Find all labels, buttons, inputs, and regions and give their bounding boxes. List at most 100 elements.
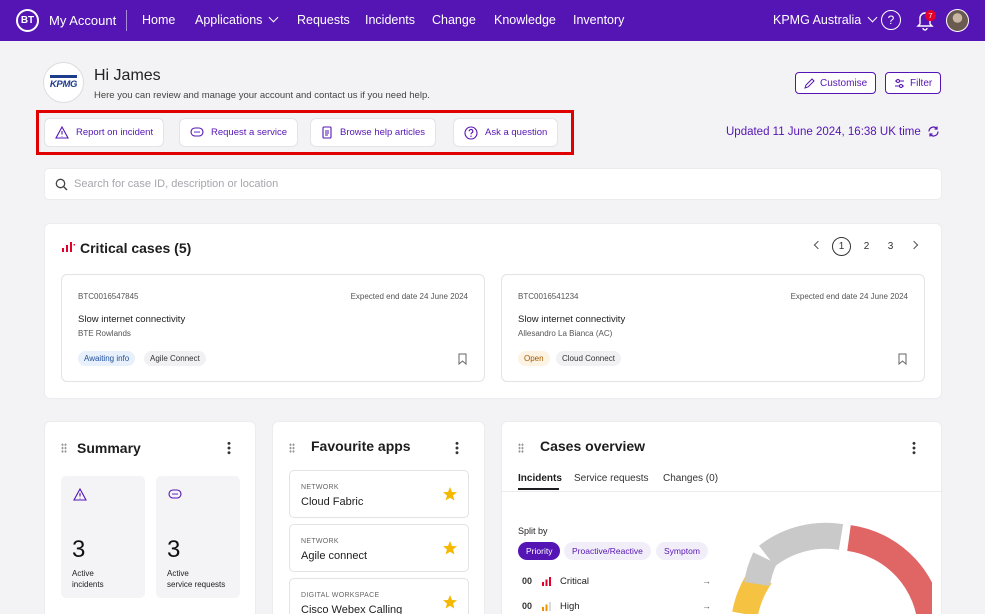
stat-label: Active service requests	[167, 568, 225, 590]
product-tag: Cloud Connect	[556, 351, 621, 366]
browse-articles-button[interactable]: Browse help articles	[310, 118, 437, 147]
prev-page-icon[interactable]	[813, 240, 823, 250]
nav-inventory[interactable]: Inventory	[573, 13, 624, 27]
stat-label: Active incidents	[72, 568, 104, 590]
pill-symptom[interactable]: Symptom	[656, 542, 708, 560]
user-avatar[interactable]	[946, 9, 969, 32]
active-tab-indicator	[518, 488, 559, 490]
updated-timestamp: Updated 11 June 2024, 16:38 UK time	[726, 126, 921, 138]
customise-button[interactable]: Customise	[795, 72, 877, 94]
page-2[interactable]: 2	[857, 237, 876, 256]
donut-segment-grey	[758, 522, 844, 567]
summary-title: Summary	[77, 440, 141, 456]
case-end-date: Expected end date 24 June 2024	[350, 292, 468, 301]
tab-service-requests[interactable]: Service requests	[574, 473, 648, 484]
app-category: DIGITAL WORKSPACE	[301, 592, 380, 599]
product-tag: Agile Connect	[144, 351, 206, 366]
tab-incidents[interactable]: Incidents	[518, 473, 562, 484]
app-name: Cisco Webex Calling	[301, 604, 403, 614]
drag-handle-icon[interactable]	[518, 443, 524, 453]
help-icon[interactable]: ?	[881, 10, 901, 30]
chat-icon	[190, 127, 204, 137]
warning-icon	[55, 126, 69, 139]
case-card[interactable]: BTC0016541234 Expected end date 24 June …	[501, 274, 925, 382]
search-icon	[55, 178, 68, 191]
drag-handle-icon[interactable]	[289, 443, 295, 453]
favourite-apps-panel: Favourite apps NETWORK Cloud Fabric NETW…	[272, 421, 485, 614]
active-requests-card[interactable]: 3 Active service requests	[156, 476, 240, 598]
pill-priority[interactable]: Priority	[518, 542, 561, 560]
brand-name[interactable]: My Account	[49, 13, 116, 28]
org-name: KPMG Australia	[773, 13, 862, 27]
cases-overview-title: Cases overview	[540, 438, 646, 454]
next-page-icon[interactable]	[909, 240, 919, 250]
case-owner: BTE Rowlands	[78, 329, 131, 338]
more-options-icon[interactable]	[912, 441, 916, 455]
report-incident-label: Report on incident	[76, 127, 154, 138]
sliders-icon	[895, 78, 904, 88]
nav-change[interactable]: Change	[432, 13, 476, 27]
app-card[interactable]: NETWORK Cloud Fabric	[289, 470, 469, 518]
case-id: BTC0016541234	[518, 292, 579, 301]
nav-incidents[interactable]: Incidents	[365, 13, 415, 27]
nav-home[interactable]: Home	[142, 13, 175, 27]
priority-critical-icon	[542, 577, 551, 586]
arrow-right-icon[interactable]: →	[702, 601, 711, 611]
more-options-icon[interactable]	[455, 441, 459, 455]
status-badge: Awaiting info	[78, 351, 136, 366]
more-options-icon[interactable]	[227, 441, 231, 455]
company-logo-text: KPMG	[49, 75, 77, 90]
filter-button[interactable]: Filter	[885, 72, 942, 94]
request-service-button[interactable]: Request a service	[179, 118, 299, 147]
arrow-right-icon[interactable]: →	[702, 576, 711, 586]
donut-segment-grey	[744, 552, 777, 587]
split-by-label: Split by	[518, 526, 548, 536]
star-icon[interactable]	[442, 594, 458, 610]
report-incident-button[interactable]: Report on incident	[44, 118, 165, 147]
ask-question-button[interactable]: Ask a question	[453, 118, 559, 147]
search-input[interactable]	[74, 169, 934, 199]
top-nav: BT My Account Home Applications Requests…	[0, 0, 985, 41]
active-incidents-card[interactable]: 3 Active incidents	[61, 476, 145, 598]
case-card[interactable]: BTC0016547845 Expected end date 24 June …	[61, 274, 485, 382]
favourite-apps-title: Favourite apps	[311, 438, 411, 454]
customise-label: Customise	[820, 77, 868, 89]
nav-applications-label: Applications	[195, 13, 263, 27]
tab-changes[interactable]: Changes (0)	[663, 473, 718, 484]
stat-label-line1: Active	[72, 569, 94, 578]
nav-knowledge[interactable]: Knowledge	[494, 13, 556, 27]
chat-icon	[168, 489, 182, 499]
document-icon	[322, 126, 332, 139]
critical-label: Critical	[560, 576, 590, 587]
app-card[interactable]: NETWORK Agile connect	[289, 524, 469, 572]
filter-label: Filter	[910, 77, 933, 89]
page-1[interactable]: 1	[832, 237, 851, 256]
question-icon	[464, 125, 478, 140]
case-title: Slow internet connectivity	[78, 314, 186, 325]
request-service-label: Request a service	[211, 127, 288, 138]
pill-proactive-reactive[interactable]: Proactive/Reactive	[564, 542, 651, 560]
bookmark-icon[interactable]	[458, 353, 467, 365]
bookmark-icon[interactable]	[898, 353, 907, 365]
ask-question-label: Ask a question	[485, 127, 548, 138]
nav-requests[interactable]: Requests	[297, 13, 350, 27]
high-count: 00	[522, 601, 533, 611]
company-logo: KPMG	[43, 62, 84, 103]
pencil-icon	[804, 77, 815, 89]
nav-applications[interactable]: Applications	[195, 12, 279, 27]
app-card[interactable]: DIGITAL WORKSPACE Cisco Webex Calling	[289, 578, 469, 614]
donut-segment-critical	[846, 525, 932, 614]
star-icon[interactable]	[442, 540, 458, 556]
drag-handle-icon[interactable]	[61, 443, 67, 453]
search-bar	[44, 168, 942, 200]
page-subtitle: Here you can review and manage your acco…	[94, 90, 430, 101]
nav-divider	[126, 10, 127, 31]
org-switcher[interactable]: KPMG Australia	[773, 12, 878, 27]
summary-panel: Summary 3 Active incidents 3 Active servic…	[44, 421, 256, 614]
case-title: Slow internet connectivity	[518, 314, 626, 325]
page-3[interactable]: 3	[881, 237, 900, 256]
star-icon[interactable]	[442, 486, 458, 502]
refresh-icon[interactable]	[927, 125, 940, 138]
priority-high-icon	[542, 602, 551, 611]
bt-logo[interactable]: BT	[16, 9, 39, 32]
